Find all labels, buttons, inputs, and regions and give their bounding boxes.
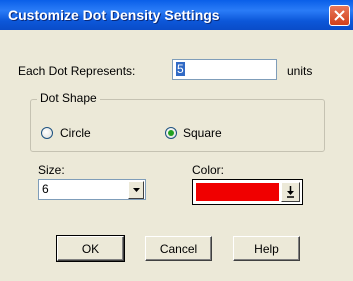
help-button[interactable]: Help bbox=[233, 236, 300, 261]
circle-radio[interactable] bbox=[41, 127, 53, 139]
size-label: Size: bbox=[38, 163, 65, 177]
color-picker[interactable] bbox=[192, 179, 303, 205]
window-title: Customize Dot Density Settings bbox=[8, 7, 220, 23]
dot-value-label: Each Dot Represents: bbox=[18, 64, 136, 78]
square-radio[interactable] bbox=[165, 127, 177, 139]
color-swatch bbox=[196, 183, 279, 201]
dot-shape-legend: Dot Shape bbox=[37, 91, 100, 105]
color-label: Color: bbox=[192, 163, 225, 177]
color-dropdown-button[interactable] bbox=[281, 182, 300, 202]
cancel-button[interactable]: Cancel bbox=[145, 236, 212, 261]
title-bar[interactable]: Customize Dot Density Settings bbox=[0, 0, 353, 30]
size-dropdown[interactable]: 6 bbox=[38, 179, 146, 200]
dot-value-input[interactable]: 5 bbox=[172, 59, 277, 80]
radio-selected-dot bbox=[168, 130, 174, 136]
size-value: 6 bbox=[42, 182, 49, 196]
ok-button[interactable]: OK bbox=[56, 235, 125, 262]
square-radio-label[interactable]: Square bbox=[183, 126, 222, 140]
dot-value-text: 5 bbox=[176, 62, 185, 76]
circle-radio-label[interactable]: Circle bbox=[60, 126, 91, 140]
size-dropdown-button[interactable] bbox=[128, 181, 144, 199]
close-button[interactable] bbox=[329, 5, 350, 26]
dot-value-unit: units bbox=[287, 64, 313, 78]
